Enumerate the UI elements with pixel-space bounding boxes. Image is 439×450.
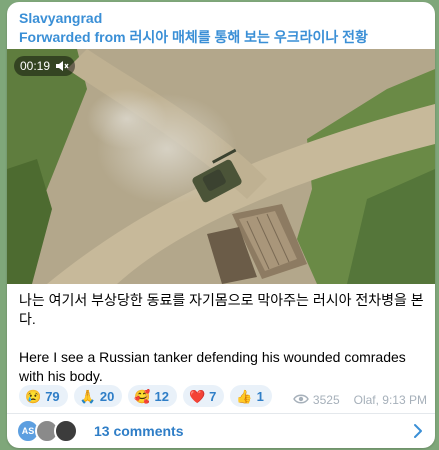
video-player[interactable]: 00:19 xyxy=(7,49,435,284)
chevron-right-icon xyxy=(413,423,423,444)
crying-face-icon: 😢 xyxy=(25,388,42,404)
sender-name[interactable]: Slavyangrad xyxy=(19,10,102,26)
reaction-count: 79 xyxy=(45,388,60,404)
thumbs-up-icon: 👍 xyxy=(236,388,253,404)
comments-button[interactable]: AS 13 comments xyxy=(7,414,435,448)
reaction-heart[interactable]: ❤️ 7 xyxy=(182,385,225,407)
reactions-bar: 😢 79 🙏 20 🥰 12 ❤️ 7 👍 1 xyxy=(19,385,272,407)
reaction-thumbs-up[interactable]: 👍 1 xyxy=(230,385,272,407)
reaction-pray[interactable]: 🙏 20 xyxy=(73,385,123,407)
video-duration: 00:19 xyxy=(20,59,51,73)
reaction-love[interactable]: 🥰 12 xyxy=(128,385,177,407)
avatar xyxy=(54,419,78,443)
message-bubble: Slavyangrad Forwarded from 러시아 매체를 통해 보는… xyxy=(7,2,435,448)
video-timestamp: 00:19 xyxy=(14,56,76,76)
reaction-count: 20 xyxy=(99,388,115,404)
reaction-count: 1 xyxy=(256,388,264,404)
forwarded-from[interactable]: Forwarded from 러시아 매체를 통해 보는 우크라이나 전황 xyxy=(19,27,368,47)
smiling-hearts-icon: 🥰 xyxy=(134,388,151,404)
commenter-avatars: AS xyxy=(16,419,86,443)
reaction-count: 7 xyxy=(209,388,217,404)
message-text: 나는 여기서 부상당한 동료를 자기몸으로 막아주는 러시아 전차병을 본다. … xyxy=(19,291,427,386)
praying-hands-icon: 🙏 xyxy=(79,388,96,404)
reaction-count: 12 xyxy=(154,388,169,404)
video-frame xyxy=(7,49,435,284)
red-heart-icon: ❤️ xyxy=(188,388,206,404)
message-korean: 나는 여기서 부상당한 동료를 자기몸으로 막아주는 러시아 전차병을 본다. xyxy=(19,292,424,327)
eye-icon xyxy=(293,393,309,407)
reaction-crying[interactable]: 😢 79 xyxy=(19,385,68,407)
message-meta: 3525 Olaf, 9:13 PM xyxy=(293,393,427,407)
view-count: 3525 xyxy=(312,393,340,407)
speaker-muted-icon[interactable] xyxy=(55,60,69,72)
message-english: Here I see a Russian tanker defending hi… xyxy=(19,349,406,384)
comments-label: 13 comments xyxy=(94,423,184,439)
author-and-time: Olaf, 9:13 PM xyxy=(353,393,427,407)
